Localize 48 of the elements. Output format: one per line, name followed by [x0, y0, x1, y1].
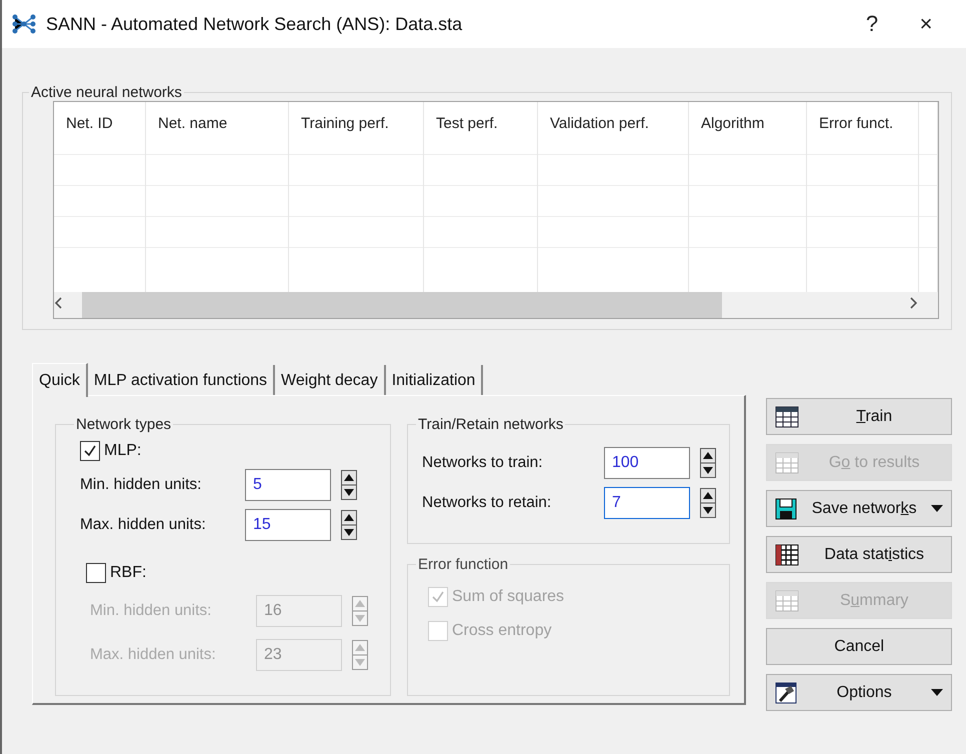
scroll-right-icon[interactable] [910, 297, 918, 309]
field-label: Networks to retain: [422, 494, 552, 512]
grid-icon [775, 544, 800, 566]
close-button[interactable]: × [904, 11, 948, 37]
horizontal-scrollbar[interactable] [54, 292, 938, 318]
help-button[interactable]: ? [850, 11, 894, 37]
scroll-left-icon[interactable] [54, 297, 62, 309]
number-field[interactable]: 7 [604, 487, 690, 519]
number-field[interactable]: 100 [604, 447, 690, 479]
window-title: SANN - Automated Network Search (ANS): Data.sta [46, 14, 464, 34]
number-field[interactable]: 5 [245, 469, 331, 501]
spin-buttons-icon[interactable] [700, 488, 716, 518]
group-label: Train/Retain networks [417, 416, 564, 433]
table-icon [775, 406, 800, 428]
dialog-button[interactable]: Data statistics [766, 536, 952, 573]
checkbox[interactable]: MLP: [80, 441, 378, 461]
group-label: Error function [417, 556, 510, 573]
column-header[interactable]: Training perf. [289, 102, 423, 154]
hammer-icon [775, 682, 798, 704]
checkmark-icon [83, 444, 97, 458]
table-icon [775, 590, 800, 612]
network-icon [12, 14, 36, 34]
spin-buttons-icon[interactable] [341, 510, 357, 540]
column-header[interactable]: Algorithm [689, 102, 806, 154]
checkmark-icon [431, 590, 445, 604]
dialog-button[interactable]: Options [766, 674, 952, 711]
dialog-button[interactable]: Cancel [766, 628, 952, 665]
column-header[interactable]: Test perf. [424, 102, 537, 154]
group-label: Network types [75, 416, 172, 433]
field-label: Min. hidden units: [80, 476, 202, 494]
dialog-button[interactable]: Train [766, 398, 952, 435]
scrollbar-thumb[interactable] [82, 292, 722, 318]
spin-buttons-icon[interactable] [700, 448, 716, 478]
tab[interactable]: Quick [32, 363, 88, 397]
column-header[interactable]: Error funct. [807, 102, 918, 154]
field-label: Networks to train: [422, 454, 544, 472]
column-header[interactable]: Net. ID [54, 102, 145, 154]
field-label: Min. hidden units: [90, 602, 212, 620]
column-header[interactable]: Net. name [146, 102, 288, 154]
field-label: Max. hidden units: [80, 516, 207, 534]
number-field[interactable]: 15 [245, 509, 331, 541]
spin-buttons-icon[interactable] [341, 470, 357, 500]
group-label: Active neural networks [30, 84, 183, 101]
field-label: Max. hidden units: [90, 646, 217, 664]
checkbox[interactable]: RBF: [86, 563, 378, 583]
table-icon [775, 452, 800, 474]
column-header[interactable]: Validation perf. [538, 102, 688, 154]
dialog-button[interactable]: Save networks [766, 490, 952, 527]
